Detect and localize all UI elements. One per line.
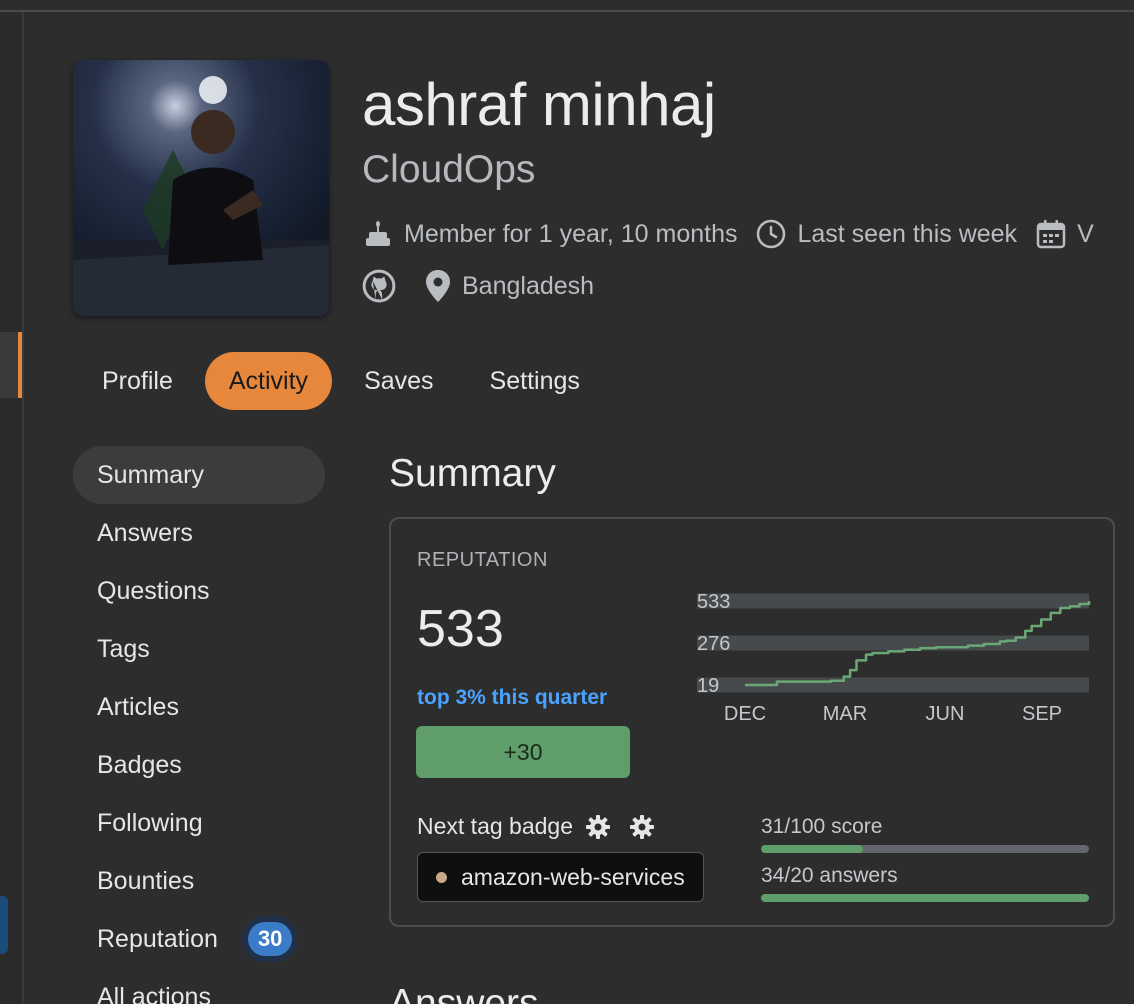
user-links-row: Bangladesh [362, 268, 612, 304]
tag-dot [436, 871, 447, 883]
chart-y-tick-label: 533 [697, 591, 730, 613]
tab-activity[interactable]: Activity [204, 352, 333, 410]
progress-answers-bar [761, 894, 1089, 902]
github-link[interactable] [362, 269, 406, 303]
left-rail-highlight[interactable] [0, 896, 8, 954]
chart-y-tick-label: 19 [697, 675, 719, 697]
tag-name: amazon-web-services [461, 863, 685, 890]
reputation-card: REPUTATION 533 top 3% this quarter +30 5… [389, 517, 1115, 927]
calendar-icon [1036, 220, 1066, 249]
last-seen-text: Last seen this week [797, 219, 1018, 248]
location-text: Bangladesh [462, 271, 595, 300]
chart-gridband [697, 635, 1089, 651]
nav-reputation[interactable]: Reputation 30 [73, 910, 325, 968]
nav-summary[interactable]: Summary [73, 446, 325, 504]
reputation-rank-link[interactable]: top 3% this quarter [417, 686, 607, 710]
reputation-chart: 533 276 19DEC MAR JUN SEP [697, 591, 1091, 725]
chart-y-tick-label: 276 [697, 633, 730, 655]
tab-saves[interactable]: Saves [340, 352, 457, 410]
nav-following[interactable]: Following [73, 794, 325, 852]
progress-answers-label: 34/20 answers [761, 864, 898, 887]
profile-tabs: Profile Activity Saves Settings [78, 352, 612, 410]
progress-score-fill [761, 845, 863, 853]
answers-heading: Answers [389, 982, 539, 1004]
next-tag-badge-label: Next tag badge [417, 813, 574, 839]
visited-text: V [1077, 219, 1094, 248]
reputation-count-badge: 30 [247, 922, 293, 956]
nav-reputation-label: Reputation [97, 924, 218, 953]
location-pin-icon [426, 270, 450, 302]
progress-score: 31/100 score [761, 815, 1089, 853]
left-rail [0, 12, 24, 1004]
cake-icon [366, 221, 390, 246]
user-name: ashraf minhaj [362, 71, 716, 138]
nav-tags[interactable]: Tags [73, 620, 325, 678]
clock-icon [757, 219, 786, 249]
nav-questions[interactable]: Questions [73, 562, 325, 620]
location: Bangladesh [424, 269, 594, 303]
activity-side-nav: Summary Answers Questions Tags Articles … [73, 446, 325, 1004]
summary-heading: Summary [389, 452, 556, 495]
progress-score-label: 31/100 score [761, 815, 883, 838]
visited: V [1035, 218, 1094, 250]
chart-gridband [697, 593, 1089, 609]
nav-bounties[interactable]: Bounties [73, 852, 325, 910]
reputation-value: 533 [417, 600, 504, 658]
user-meta-row: Member for 1 year, 10 months Last seen t… [362, 216, 1112, 252]
gear-icon[interactable] [585, 814, 611, 840]
chart-x-tick-label: JUN [926, 703, 965, 725]
reputation-label: REPUTATION [417, 549, 548, 571]
nav-answers[interactable]: Answers [73, 504, 325, 562]
chart-x-tick-label: DEC [724, 703, 766, 725]
tag-chip[interactable]: amazon-web-services [417, 852, 704, 902]
gear-icon[interactable] [629, 814, 655, 840]
next-tag-badge: Next tag badge [417, 813, 655, 840]
member-since-text: Member for 1 year, 10 months [404, 219, 738, 248]
progress-score-bar [761, 845, 1089, 853]
tab-profile[interactable]: Profile [78, 352, 197, 410]
nav-all-actions[interactable]: All actions [73, 968, 325, 1004]
chart-x-tick-label: SEP [1022, 703, 1062, 725]
reputation-change: +30 [416, 726, 630, 778]
progress-answers: 34/20 answers [761, 864, 1089, 902]
member-since: Member for 1 year, 10 months [362, 218, 737, 250]
avatar[interactable] [73, 60, 329, 316]
github-icon[interactable] [362, 269, 396, 303]
user-title: CloudOps [362, 148, 536, 191]
last-seen: Last seen this week [755, 218, 1017, 250]
tab-settings[interactable]: Settings [466, 352, 604, 410]
nav-articles[interactable]: Articles [73, 678, 325, 736]
left-rail-active-item[interactable] [0, 332, 22, 398]
nav-badges[interactable]: Badges [73, 736, 325, 794]
top-border [0, 10, 1134, 12]
chart-x-tick-label: MAR [823, 703, 867, 725]
progress-answers-fill [761, 894, 1089, 902]
